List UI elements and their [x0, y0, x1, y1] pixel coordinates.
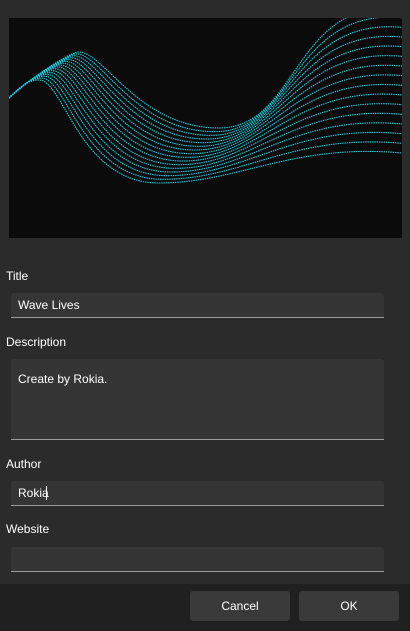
cancel-button[interactable]: Cancel — [190, 591, 290, 621]
wave-line — [9, 71, 402, 169]
author-input[interactable] — [11, 481, 384, 506]
wave-lines-artwork — [9, 18, 402, 184]
title-label: Title — [6, 269, 29, 283]
dialog-footer: Cancel OK — [0, 584, 410, 631]
title-input[interactable] — [11, 293, 384, 318]
text-cursor — [46, 486, 47, 500]
description-label: Description — [6, 335, 67, 349]
wave-line — [9, 75, 402, 177]
wave-line — [9, 55, 402, 147]
website-input[interactable] — [11, 547, 384, 572]
preview-image — [9, 18, 402, 238]
share-dialog: Title Description Create by Rokia. Autho… — [0, 0, 410, 631]
website-label: Website — [6, 522, 50, 536]
wave-line — [9, 45, 402, 144]
wave-line — [9, 18, 348, 129]
ok-button[interactable]: OK — [299, 591, 399, 621]
wave-line — [9, 64, 402, 155]
wave-line — [9, 73, 402, 173]
wave-line — [9, 18, 402, 133]
wave-line — [9, 70, 402, 166]
wave-line — [9, 35, 402, 140]
author-label: Author — [6, 457, 42, 471]
description-input[interactable]: Create by Rokia. — [11, 359, 384, 440]
